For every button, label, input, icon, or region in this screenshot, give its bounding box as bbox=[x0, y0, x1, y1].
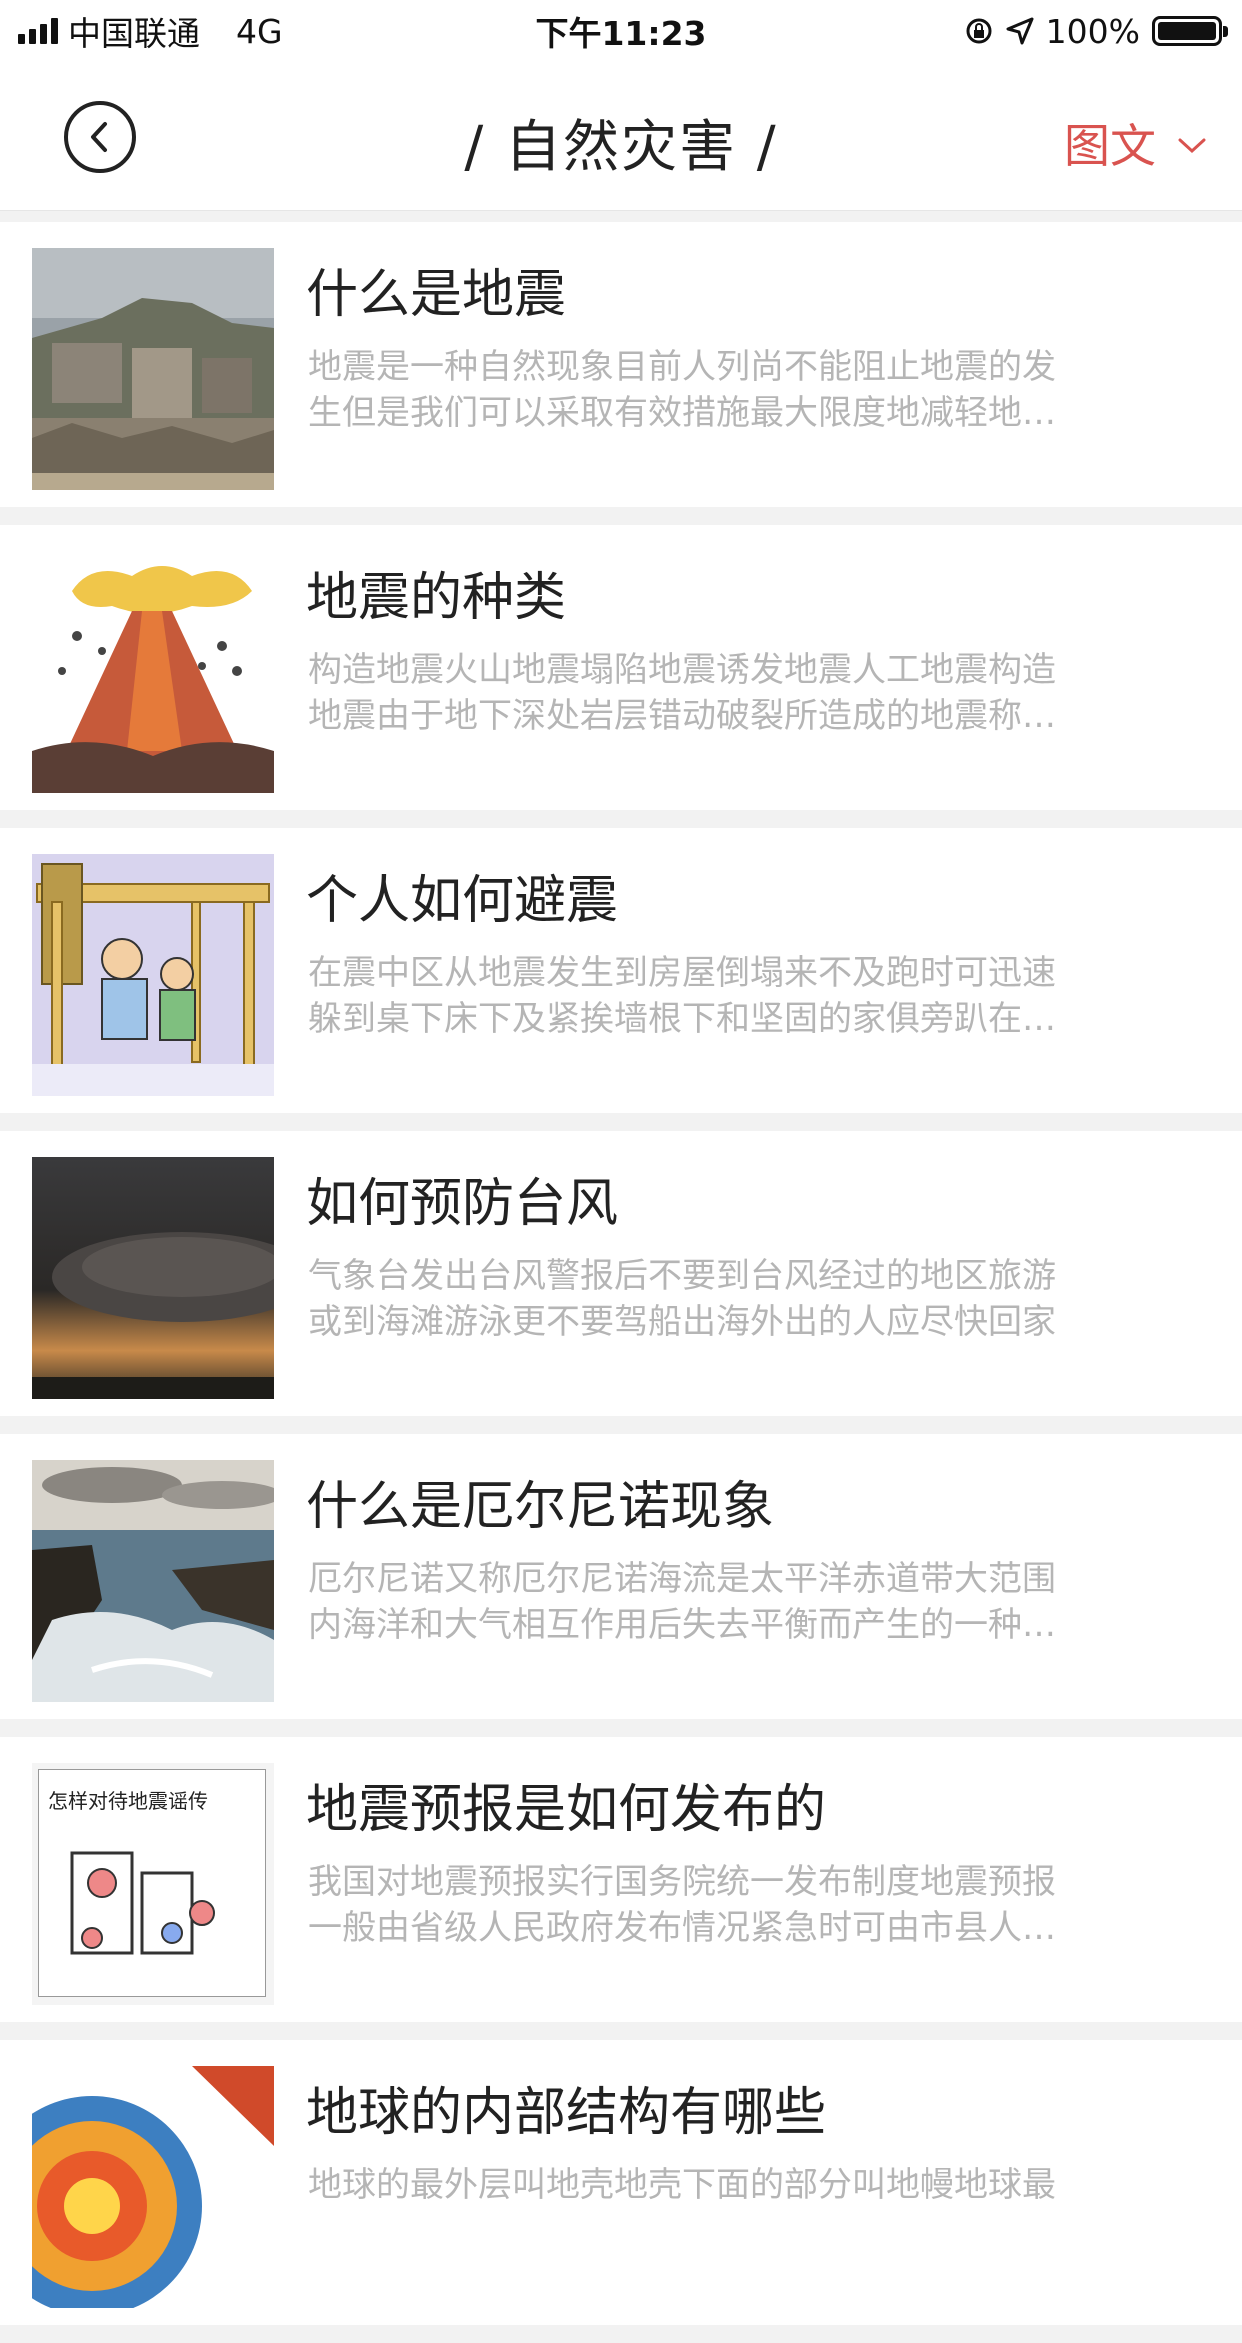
summary-line: 一般由省级人民政府发布情况紧急时可由市县人… bbox=[308, 1908, 1056, 1948]
article-title: 什么是地震 bbox=[306, 265, 567, 325]
article-thumbnail-ocean bbox=[32, 1460, 274, 1702]
article-title: 什么是厄尔尼诺现象 bbox=[306, 1477, 775, 1537]
status-bar: 中国联通 4G 下午11:23 100% bbox=[0, 0, 1242, 62]
article-summary: 我国对地震预报实行国务院统一发布制度地震预报 一般由省级人民政府发布情况紧急时可… bbox=[308, 1859, 1128, 1951]
article-title: 个人如何避震 bbox=[306, 871, 619, 931]
article-thumbnail-volcano bbox=[32, 551, 274, 793]
summary-line: 生但是我们可以采取有效措施最大限度地减轻地… bbox=[308, 393, 1056, 433]
status-left: 中国联通 4G bbox=[0, 7, 283, 55]
page-title: / 自然灾害 / bbox=[464, 115, 778, 180]
article-card[interactable]: 什么是地震 地震是一种自然现象目前人列尚不能阻止地震的发 生但是我们可以采取有效… bbox=[0, 222, 1242, 507]
article-summary: 地震是一种自然现象目前人列尚不能阻止地震的发 生但是我们可以采取有效措施最大限度… bbox=[308, 344, 1128, 436]
article-summary: 气象台发出台风警报后不要到台风经过的地区旅游 或到海滩游泳更不要驾船出海外出的人… bbox=[308, 1253, 1128, 1345]
summary-line: 气象台发出台风警报后不要到台风经过的地区旅游 bbox=[308, 1256, 1056, 1296]
article-title: 地震的种类 bbox=[306, 568, 567, 628]
article-thumbnail-rubble bbox=[32, 248, 274, 490]
summary-line: 构造地震火山地震塌陷地震诱发地震人工地震构造 bbox=[308, 650, 1056, 690]
article-card[interactable]: 地震的种类 构造地震火山地震塌陷地震诱发地震人工地震构造 地震由于地下深处岩层错… bbox=[0, 525, 1242, 810]
article-summary: 构造地震火山地震塌陷地震诱发地震人工地震构造 地震由于地下深处岩层错动破裂所造成… bbox=[308, 647, 1128, 739]
article-thumbnail-earth-layers bbox=[32, 2066, 274, 2308]
signal-icon bbox=[18, 18, 58, 44]
summary-line: 内海洋和大气相互作用后失去平衡而产生的一种… bbox=[308, 1605, 1056, 1645]
article-card[interactable]: 怎样对待地震谣传 地震预报是如何发布的 我国对地震预报实行国务院统一发布制度地震… bbox=[0, 1737, 1242, 2022]
summary-line: 地震是一种自然现象目前人列尚不能阻止地震的发 bbox=[308, 347, 1056, 387]
orientation-lock-icon bbox=[966, 18, 992, 44]
summary-line: 地球的最外层叫地壳地壳下面的部分叫地幔地球最 bbox=[308, 2165, 1056, 2205]
view-mode-selector[interactable]: 图文 bbox=[1064, 110, 1206, 176]
summary-line: 地震由于地下深处岩层错动破裂所造成的地震称… bbox=[308, 696, 1056, 736]
article-summary: 地球的最外层叫地壳地壳下面的部分叫地幔地球最 bbox=[308, 2162, 1128, 2208]
battery-icon bbox=[1152, 16, 1228, 46]
carrier-label: 中国联通 bbox=[68, 14, 200, 53]
view-mode-label: 图文 bbox=[1064, 119, 1156, 173]
article-card[interactable]: 如何预防台风 气象台发出台风警报后不要到台风经过的地区旅游 或到海滩游泳更不要驾… bbox=[0, 1131, 1242, 1416]
summary-line: 躲到桌下床下及紧挨墙根下和坚固的家俱旁趴在… bbox=[308, 999, 1056, 1039]
article-thumbnail-rumor-poster: 怎样对待地震谣传 bbox=[32, 1763, 274, 2005]
summary-line: 厄尔尼诺又称厄尔尼诺海流是太平洋赤道带大范围 bbox=[308, 1559, 1056, 1599]
article-title: 地震预报是如何发布的 bbox=[306, 1780, 827, 1840]
article-title: 如何预防台风 bbox=[306, 1174, 619, 1234]
article-card[interactable]: 地球的内部结构有哪些 地球的最外层叫地壳地壳下面的部分叫地幔地球最 bbox=[0, 2040, 1242, 2325]
article-summary: 在震中区从地震发生到房屋倒塌来不及跑时可迅速 躲到桌下床下及紧挨墙根下和坚固的家… bbox=[308, 950, 1128, 1042]
location-arrow-icon bbox=[1006, 17, 1034, 45]
article-title: 地球的内部结构有哪些 bbox=[306, 2083, 827, 2143]
summary-line: 或到海滩游泳更不要驾船出海外出的人应尽快回家 bbox=[308, 1302, 1056, 1342]
network-label: 4G bbox=[236, 11, 283, 51]
article-card[interactable]: 个人如何避震 在震中区从地震发生到房屋倒塌来不及跑时可迅速 躲到桌下床下及紧挨墙… bbox=[0, 828, 1242, 1113]
battery-percent: 100% bbox=[1045, 11, 1140, 51]
summary-line: 我国对地震预报实行国务院统一发布制度地震预报 bbox=[308, 1862, 1056, 1902]
article-thumbnail-shelter bbox=[32, 854, 274, 1096]
nav-bar: / 自然灾害 / 图文 bbox=[0, 62, 1242, 211]
summary-line: 在震中区从地震发生到房屋倒塌来不及跑时可迅速 bbox=[308, 953, 1056, 993]
article-list: 什么是地震 地震是一种自然现象目前人列尚不能阻止地震的发 生但是我们可以采取有效… bbox=[0, 222, 1242, 2343]
article-thumbnail-storm bbox=[32, 1157, 274, 1399]
article-summary: 厄尔尼诺又称厄尔尼诺海流是太平洋赤道带大范围 内海洋和大气相互作用后失去平衡而产… bbox=[308, 1556, 1128, 1648]
status-right: 100% bbox=[964, 12, 1242, 51]
chevron-down-icon bbox=[1178, 138, 1206, 154]
article-card[interactable]: 什么是厄尔尼诺现象 厄尔尼诺又称厄尔尼诺海流是太平洋赤道带大范围 内海洋和大气相… bbox=[0, 1434, 1242, 1719]
